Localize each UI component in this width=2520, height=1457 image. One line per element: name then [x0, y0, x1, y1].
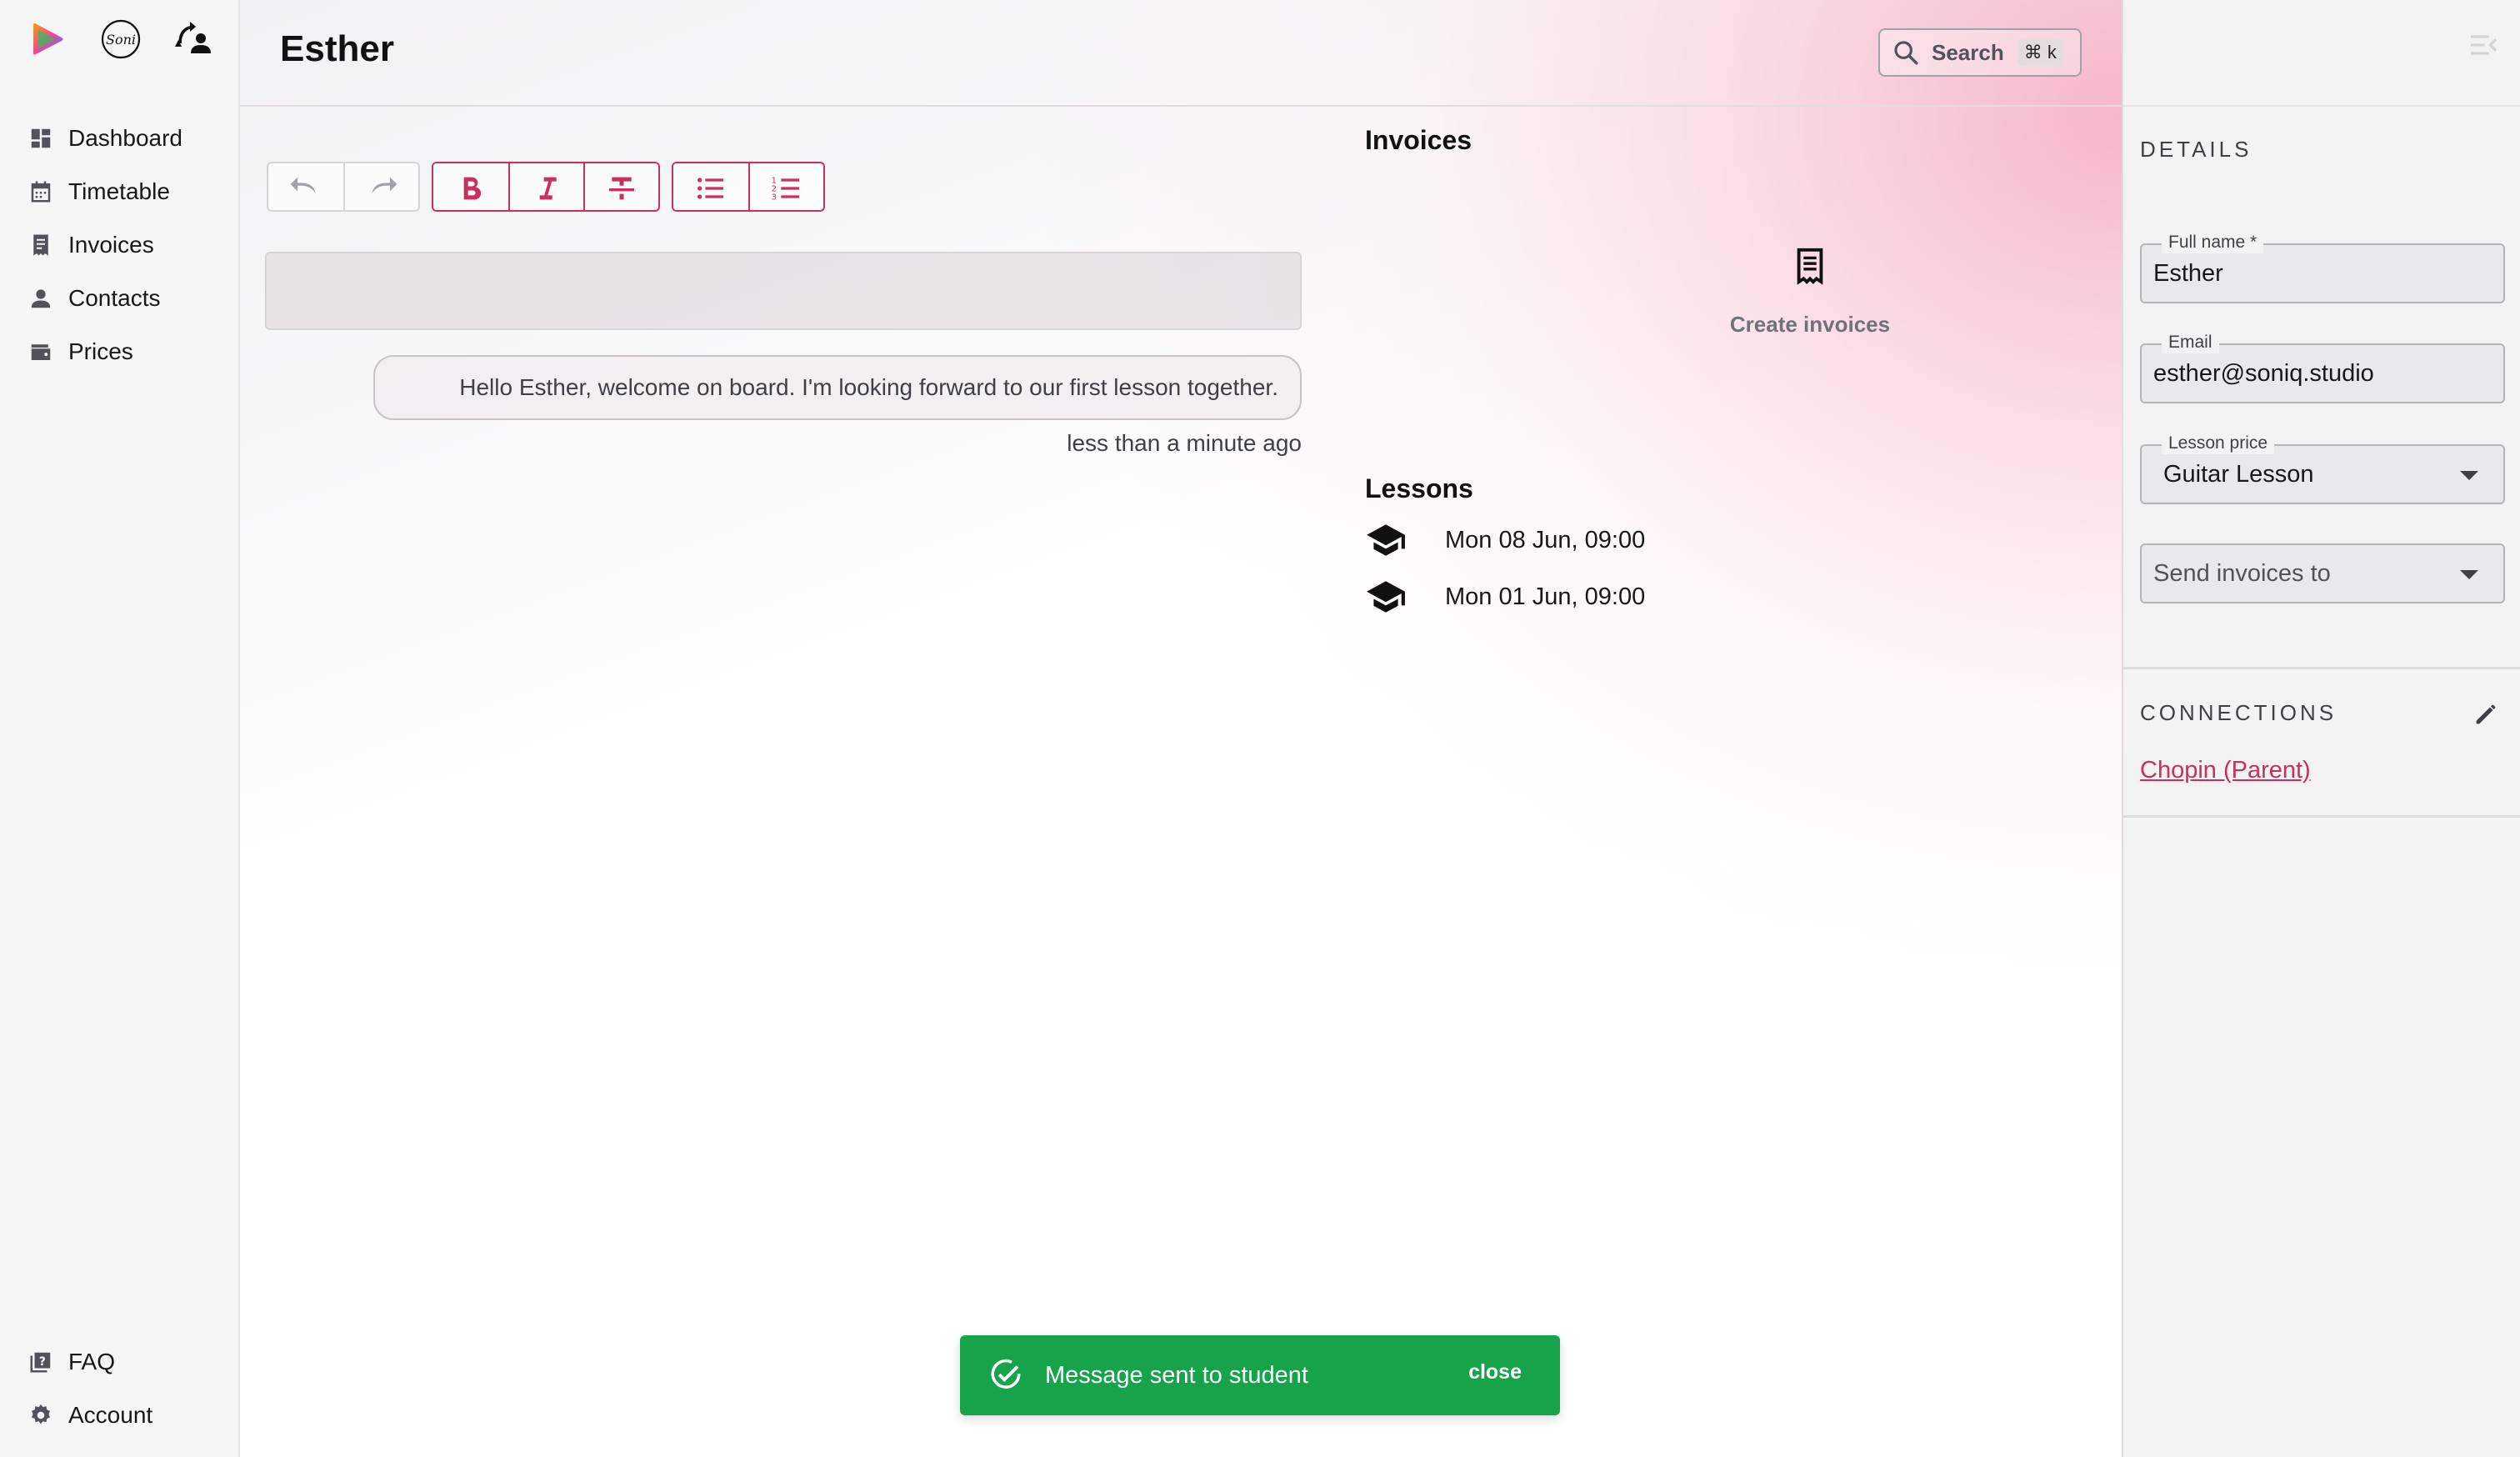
nav-item-timetable[interactable]: Timetable — [0, 165, 238, 218]
italic-button[interactable] — [508, 163, 583, 210]
strikethrough-icon — [609, 177, 634, 200]
main-content: Esther Search ⌘ k 1 2 3 Hello Esther, we… — [240, 0, 2122, 1457]
nav-item-account[interactable]: Account — [0, 1389, 238, 1442]
receipt-icon — [1797, 248, 1823, 285]
divider — [2123, 667, 2520, 669]
undo-icon — [290, 177, 316, 194]
invoices-heading: Invoices — [1365, 125, 1472, 155]
collapse-panel-icon[interactable] — [2467, 28, 2500, 62]
calendar-icon — [31, 181, 51, 203]
format-toolbar — [432, 162, 660, 212]
lesson-price-value: Guitar Lesson — [2163, 460, 2314, 488]
check-circle-icon — [991, 1359, 1021, 1389]
numbered-list-button[interactable]: 123 — [748, 163, 823, 210]
details-panel: DETAILS Full name * Esther Email esther@… — [2122, 0, 2520, 1457]
gear-icon — [32, 1404, 50, 1424]
nav-label: Dashboard — [68, 125, 182, 151]
message-editor[interactable] — [265, 252, 1302, 330]
page-title: Esther — [280, 28, 394, 69]
nav-label: FAQ — [68, 1349, 116, 1374]
bullet-list-button[interactable] — [673, 163, 748, 210]
divider — [2123, 815, 2520, 818]
lesson-price-label: Lesson price — [2162, 433, 2275, 454]
success-toast: Message sent to student close — [960, 1335, 1560, 1415]
details-panel-header — [2123, 0, 2520, 107]
create-invoices-button[interactable]: Create invoices — [1652, 247, 1968, 338]
email-field[interactable]: Email esther@soniq.studio — [2140, 332, 2505, 403]
soni-logo-icon[interactable]: Soni — [100, 18, 142, 60]
bold-button[interactable] — [433, 163, 508, 210]
logo-row: Soni — [27, 18, 215, 60]
lesson-item[interactable]: Mon 08 Jun, 09:00 — [1365, 519, 1645, 561]
create-invoices-label: Create invoices — [1729, 312, 1891, 337]
send-invoices-placeholder: Send invoices to — [2153, 559, 2331, 587]
lesson-date: Mon 01 Jun, 09:00 — [1445, 583, 1646, 610]
nav-item-faq[interactable]: ? FAQ — [0, 1335, 238, 1389]
wallet-icon — [31, 344, 51, 360]
connection-link[interactable]: Chopin (Parent) — [2140, 757, 2311, 784]
dashboard-icon — [31, 128, 51, 148]
history-toolbar — [267, 162, 420, 212]
lessons-heading: Lessons — [1365, 473, 1473, 503]
lesson-item[interactable]: Mon 01 Jun, 09:00 — [1365, 576, 1645, 618]
italic-icon — [539, 177, 557, 200]
list-toolbar: 123 — [672, 162, 825, 212]
pencil-icon[interactable] — [2472, 700, 2500, 728]
numbered-list-icon: 123 — [772, 176, 799, 202]
nav-label: Contacts — [68, 285, 161, 311]
lesson-date: Mon 08 Jun, 09:00 — [1445, 526, 1646, 553]
send-invoices-select[interactable]: Send invoices to — [2140, 543, 2505, 603]
nav-label: Invoices — [68, 232, 154, 258]
top-bar: Esther Search ⌘ k — [240, 0, 2122, 107]
redo-button[interactable] — [343, 163, 418, 210]
graduation-cap-icon — [1367, 524, 1405, 556]
nav-label: Account — [68, 1402, 153, 1428]
app-window: Soni Dashboard Timetable Invoices Contac… — [0, 0, 2520, 1457]
chevron-down-icon — [2460, 570, 2478, 579]
message-text: Hello Esther, welcome on board. I'm look… — [459, 374, 1278, 400]
soni-logo-text: Soni — [106, 32, 136, 48]
receipt-icon — [33, 234, 48, 256]
message-bubble: Hello Esther, welcome on board. I'm look… — [373, 355, 1302, 420]
nav-label: Timetable — [68, 178, 170, 204]
switch-account-icon[interactable] — [173, 18, 215, 60]
search-shortcut: ⌘ k — [2017, 39, 2063, 66]
email-value: esther@soniq.studio — [2153, 359, 2374, 387]
strikethrough-button[interactable] — [583, 163, 658, 210]
svg-text:3: 3 — [772, 193, 777, 202]
lesson-price-select[interactable]: Lesson price Guitar Lesson — [2140, 433, 2505, 504]
bottom-nav: ? FAQ Account — [0, 1335, 238, 1442]
redo-icon — [372, 177, 398, 194]
bullet-list-icon — [698, 178, 723, 199]
email-label: Email — [2162, 332, 2219, 353]
graduation-cap-icon — [1367, 581, 1405, 613]
nav-item-contacts[interactable]: Contacts — [0, 272, 238, 325]
full-name-label: Full name * — [2162, 232, 2264, 253]
nav-item-invoices[interactable]: Invoices — [0, 218, 238, 272]
sidebar: Soni Dashboard Timetable Invoices Contac… — [0, 0, 240, 1457]
chevron-down-icon — [2460, 471, 2478, 480]
person-icon — [31, 289, 51, 308]
undo-button[interactable] — [268, 163, 343, 210]
connections-heading: CONNECTIONS — [2140, 700, 2338, 725]
app-logo-icon[interactable] — [27, 18, 68, 60]
full-name-field[interactable]: Full name * Esther — [2140, 232, 2505, 303]
nav-item-dashboard[interactable]: Dashboard — [0, 112, 238, 165]
search-button[interactable]: Search ⌘ k — [1878, 28, 2082, 77]
nav-item-prices[interactable]: Prices — [0, 325, 238, 378]
full-name-value: Esther — [2153, 259, 2223, 287]
search-label: Search — [1932, 39, 2004, 65]
search-icon — [1894, 41, 1918, 65]
toast-message: Message sent to student — [1045, 1361, 1308, 1389]
message-timestamp: less than a minute ago — [1067, 430, 1302, 456]
bold-icon — [463, 177, 482, 200]
nav-label: Prices — [68, 338, 133, 364]
svg-text:?: ? — [39, 1355, 46, 1369]
help-book-icon: ? — [30, 1352, 51, 1373]
main-nav: Dashboard Timetable Invoices Contacts Pr… — [0, 112, 238, 378]
toast-close-button[interactable]: close — [1468, 1360, 1522, 1384]
details-heading: DETAILS — [2140, 137, 2252, 162]
